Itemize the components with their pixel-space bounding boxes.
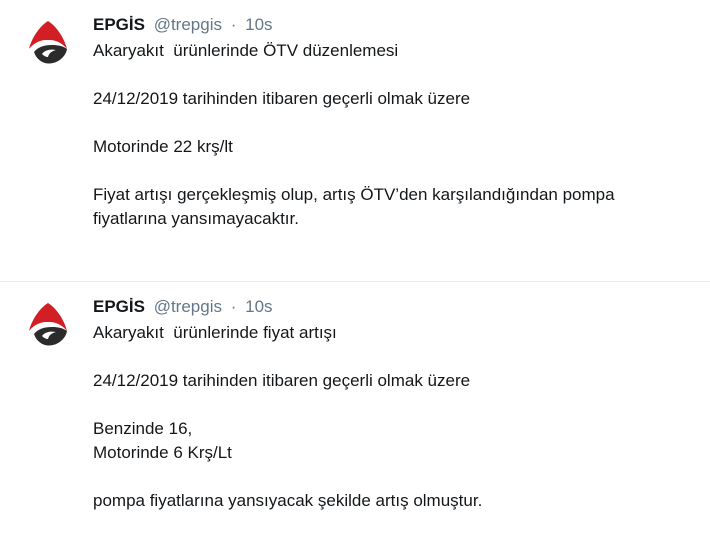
tweet-line: Benzinde 16, [93, 419, 193, 438]
tweet-line: fiyatlarına yansımayacaktır. [93, 209, 299, 228]
author-name[interactable]: EPGİS [93, 297, 145, 316]
tweet-timestamp[interactable]: 10s [245, 15, 272, 34]
author-handle[interactable]: @trepgis [154, 297, 222, 316]
tweet[interactable]: EPGİS @trepgis · 10s Akaryakıt ürünlerin… [0, 282, 710, 558]
tweet-feed: EPGİS @trepgis · 10s Akaryakıt ürünlerin… [0, 0, 710, 558]
tweet-line: Fiyat artışı gerçekleşmiş olup, artış ÖT… [93, 185, 615, 204]
author-name[interactable]: EPGİS [93, 15, 145, 34]
epgis-logo-icon[interactable] [22, 298, 74, 350]
tweet-line: 24/12/2019 tarihinden itibaren geçerli o… [93, 89, 471, 108]
separator-dot: · [230, 15, 237, 34]
tweet-text: Akaryakıt ürünlerinde fiyat artışı 24/12… [93, 321, 693, 513]
tweet-line: Akaryakıt ürünlerinde ÖTV düzenlemesi [93, 41, 399, 60]
author-handle[interactable]: @trepgis [154, 15, 222, 34]
tweet-header: EPGİS @trepgis · 10s [93, 14, 273, 36]
tweet-text: Akaryakıt ürünlerinde ÖTV düzenlemesi 24… [93, 39, 693, 231]
tweet-line: Motorinde 22 krş/lt [93, 137, 233, 156]
tweet-line: 24/12/2019 tarihinden itibaren geçerli o… [93, 371, 471, 390]
tweet-line: Motorinde 6 Krş/Lt [93, 443, 232, 462]
epgis-logo-icon[interactable] [22, 16, 74, 68]
tweet-line: pompa fiyatlarına yansıyacak şekilde art… [93, 491, 483, 510]
tweet-timestamp[interactable]: 10s [245, 297, 272, 316]
tweet-line: Akaryakıt ürünlerinde fiyat artışı [93, 323, 337, 342]
tweet-header: EPGİS @trepgis · 10s [93, 296, 273, 318]
separator-dot: · [230, 297, 237, 316]
tweet[interactable]: EPGİS @trepgis · 10s Akaryakıt ürünlerin… [0, 0, 710, 282]
